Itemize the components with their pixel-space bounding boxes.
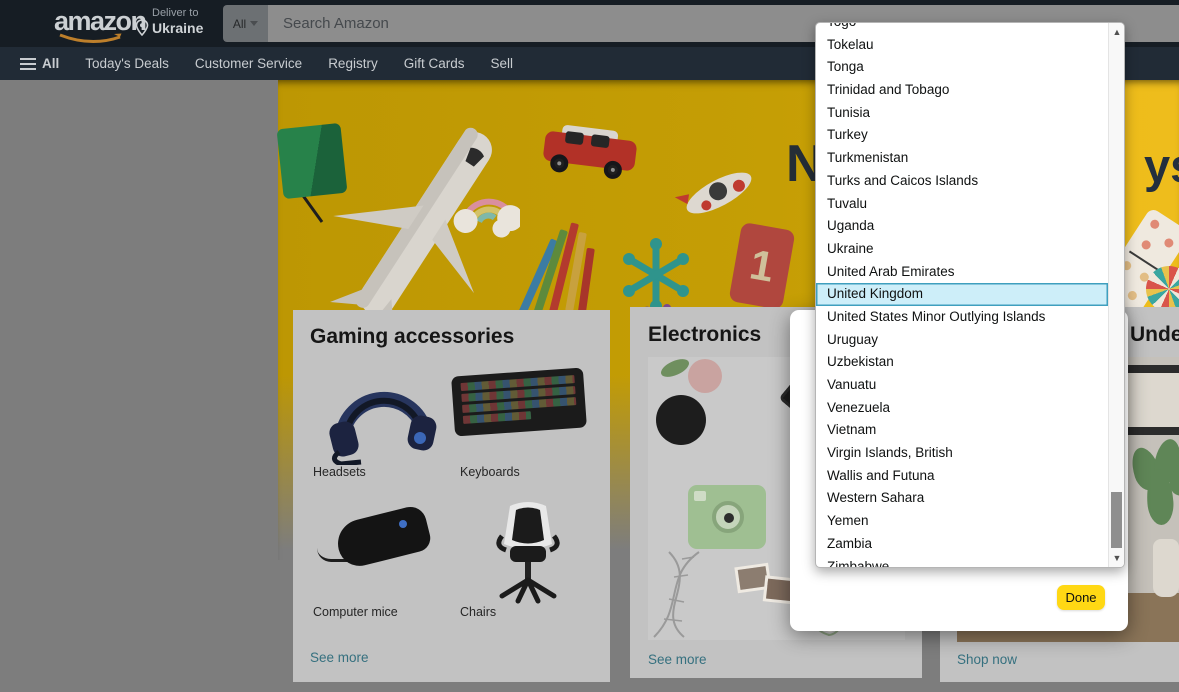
computer-mice-image[interactable] — [325, 510, 435, 568]
toy-rainbow-sticker-image — [450, 172, 520, 252]
country-dropdown-list: TogoTokelauTongaTrinidad and TobagoTunis… — [815, 22, 1125, 568]
deliver-to-label: Deliver to — [152, 7, 203, 20]
card-title-visible-fragment: Under — [1130, 323, 1179, 347]
toy-lollipop-image — [1146, 266, 1179, 312]
search-category-dropdown[interactable]: All — [223, 5, 268, 42]
chairs-image[interactable] — [488, 502, 568, 607]
keyboards-image[interactable] — [453, 372, 585, 432]
scrollbar-thumb[interactable] — [1111, 492, 1122, 548]
card-gaming-accessories: Gaming accessories Headsets Keyboards — [293, 310, 610, 682]
country-option[interactable]: Turks and Caicos Islands — [816, 170, 1108, 193]
done-button[interactable]: Done — [1057, 585, 1105, 610]
country-option[interactable]: United Kingdom — [816, 283, 1108, 306]
country-option[interactable]: Turkmenistan — [816, 147, 1108, 170]
vase-decor — [1153, 539, 1179, 597]
location-pin-icon — [135, 19, 149, 36]
deliver-country: Ukraine — [152, 20, 203, 36]
country-option[interactable]: Venezuela — [816, 397, 1108, 420]
instant-camera-decor — [688, 485, 766, 549]
nav-gift-cards[interactable]: Gift Cards — [404, 56, 465, 71]
hero-heading-fragment-right: ys — [1144, 138, 1179, 193]
search-category-label: All — [233, 17, 246, 31]
scrollbar-up-icon[interactable]: ▲ — [1109, 23, 1125, 40]
toy-red-car-image — [542, 123, 639, 180]
deliver-to-widget[interactable]: Deliver to Ukraine — [152, 7, 203, 36]
nav-customer-service[interactable]: Customer Service — [195, 56, 302, 71]
country-option[interactable]: Yemen — [816, 510, 1108, 533]
country-option[interactable]: Ukraine — [816, 238, 1108, 261]
country-options: TogoTokelauTongaTrinidad and TobagoTunis… — [816, 22, 1108, 568]
nav-sell[interactable]: Sell — [490, 56, 513, 71]
country-option[interactable]: Virgin Islands, British — [816, 442, 1108, 465]
nav-all-menu[interactable]: All — [20, 55, 59, 73]
country-option[interactable]: Turkey — [816, 124, 1108, 147]
coffee-cup-decor — [656, 395, 706, 445]
country-option[interactable]: United States Minor Outlying Islands — [816, 306, 1108, 329]
toy-number-block-image: 1 — [728, 222, 795, 310]
country-option[interactable]: Uruguay — [816, 329, 1108, 352]
country-option[interactable]: Uzbekistan — [816, 351, 1108, 374]
amazon-homepage: amazon Deliver to Ukraine All All Today'… — [0, 0, 1179, 692]
country-option[interactable]: Tuvalu — [816, 193, 1108, 216]
shop-now-link[interactable]: Shop now — [957, 652, 1017, 667]
country-option[interactable]: United Arab Emirates — [816, 261, 1108, 284]
headsets-label[interactable]: Headsets — [313, 465, 366, 479]
nav-all-label: All — [42, 56, 59, 71]
computer-mice-label[interactable]: Computer mice — [313, 605, 398, 619]
country-option[interactable]: Tonga — [816, 56, 1108, 79]
leaf-decor — [658, 357, 691, 380]
country-option[interactable]: Togo — [816, 22, 1108, 34]
nav-registry[interactable]: Registry — [328, 56, 378, 71]
keyboards-label[interactable]: Keyboards — [460, 465, 520, 479]
country-option[interactable]: Tokelau — [816, 34, 1108, 57]
toy-snowflake-image — [623, 238, 689, 312]
amazon-smile-icon — [58, 33, 128, 45]
scrollbar-down-icon[interactable]: ▼ — [1109, 549, 1125, 566]
nav-todays-deals[interactable]: Today's Deals — [85, 56, 169, 71]
headsets-image[interactable] — [323, 360, 443, 465]
country-option[interactable]: Western Sahara — [816, 487, 1108, 510]
country-option[interactable]: Trinidad and Tobago — [816, 79, 1108, 102]
dna-sketch-decor — [648, 547, 764, 640]
country-option[interactable]: Tunisia — [816, 102, 1108, 125]
electronics-see-more-link[interactable]: See more — [648, 652, 707, 667]
dropdown-scrollbar[interactable]: ▲ ▼ — [1108, 23, 1124, 567]
chairs-label[interactable]: Chairs — [460, 605, 496, 619]
country-option[interactable]: Zambia — [816, 533, 1108, 556]
country-option[interactable]: Vanuatu — [816, 374, 1108, 397]
card-title: Gaming accessories — [310, 325, 514, 349]
country-option[interactable]: Vietnam — [816, 419, 1108, 442]
hamburger-icon — [20, 55, 36, 73]
card-title: Electronics — [648, 323, 761, 347]
country-option[interactable]: Uganda — [816, 215, 1108, 238]
toy-rocket-image — [674, 158, 764, 228]
country-option[interactable]: Wallis and Futuna — [816, 465, 1108, 488]
pink-dish-decor — [688, 359, 722, 393]
chevron-down-icon — [250, 21, 258, 26]
gaming-see-more-link[interactable]: See more — [310, 650, 369, 665]
country-option[interactable]: Zimbabwe — [816, 556, 1108, 569]
